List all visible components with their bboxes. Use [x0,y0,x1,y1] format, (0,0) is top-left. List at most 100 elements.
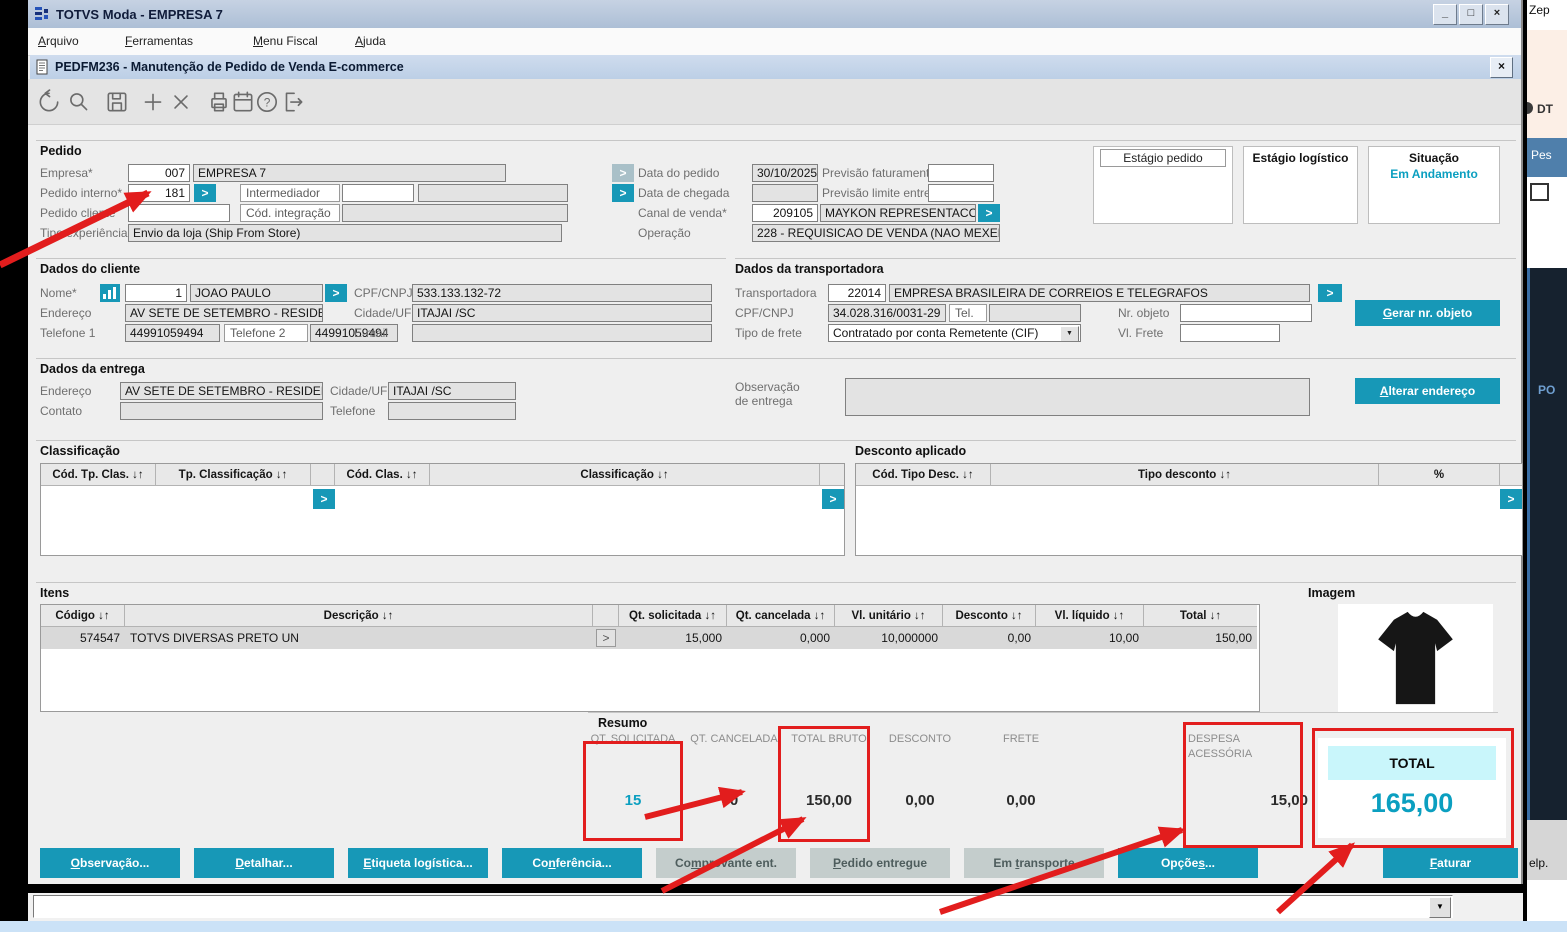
column-header[interactable]: Qt. solicitada ↓↑ [619,605,727,627]
save-icon[interactable] [104,89,130,115]
intermediador-code-field[interactable] [342,184,414,202]
estagio-pedido-panel: Estágio pedido [1093,146,1233,224]
column-header[interactable]: Tp. Classificação ↓↑ [156,464,311,486]
column-header[interactable]: % [1379,464,1500,486]
item-desconto: 0,00 [943,627,1036,649]
estagio-pedido-label: Estágio pedido [1100,149,1226,167]
item-qt-cancelada: 0,000 [727,627,835,649]
print-icon[interactable] [206,89,232,115]
close-button[interactable]: × [1485,4,1509,25]
cliente-code-field[interactable]: 1 [125,284,187,302]
etiqueta-logistica-button[interactable]: Etiqueta logística... [348,848,488,878]
nome-label: Nome* [40,286,77,300]
faturar-button[interactable]: Faturar [1383,848,1518,878]
vl-frete-field[interactable] [1180,324,1280,342]
menu-menu-fiscal[interactable]: Menu Fiscal [253,34,318,48]
table-row[interactable]: 574547 TOTVS DIVERSAS PRETO UN > 15,000 … [41,627,1259,649]
tipo-frete-dropdown[interactable]: Contratado por conta Remetente (CIF) ▼ [828,324,1081,342]
detalhar-button[interactable]: Detalhar... [194,848,334,878]
imagem-section-title: Imagem [1308,586,1356,600]
column-header[interactable]: Cód. Tipo Desc. ↓↑ [856,464,991,486]
bottom-combobox[interactable]: ▼ [33,895,1453,918]
empresa-name-field: EMPRESA 7 [193,164,506,182]
conferencia-button[interactable]: Conferência... [502,848,642,878]
canal-venda-label: Canal de venda* [638,206,727,220]
qt-solicitada-label: QT. SOLICITADA [590,733,676,745]
column-header[interactable]: Vl. unitário ↓↑ [835,605,943,627]
column-header[interactable]: Vl. líquido ↓↑ [1036,605,1144,627]
pedido-interno-field[interactable]: 181 [128,184,190,202]
pedido-cliente-field[interactable] [128,204,230,222]
column-header[interactable]: Tipo desconto ↓↑ [991,464,1379,486]
menu-arquivo[interactable]: Arquivo [38,34,79,48]
alterar-endereco-button[interactable]: Alterar endereço [1355,378,1500,404]
menu-bar: Arquivo Ferramentas Menu Fiscal Ajuda [28,28,1521,56]
situacao-value: Em Andamento [1390,167,1478,181]
pedido-interno-chevron-button[interactable]: > [194,184,216,202]
empresa-code-field[interactable]: 007 [128,164,190,182]
previsao-limite-label: Previsão limite entrega [822,186,945,200]
help-icon[interactable]: ? [254,89,280,115]
search-icon[interactable] [66,89,92,115]
dropdown-arrow-icon[interactable]: ▼ [1060,326,1079,341]
contato-label: Contato [40,404,83,418]
canal-venda-code-field[interactable]: 209105 [752,204,818,222]
column-header[interactable]: Qt. cancelada ↓↑ [727,605,835,627]
menu-ferramentas[interactable]: Ferramentas [125,34,193,48]
section-separator [588,712,1498,713]
column-header[interactable]: Código ↓↑ [41,605,125,627]
menu-ajuda[interactable]: Ajuda [355,34,386,48]
form-close-button[interactable]: × [1490,57,1513,78]
stats-chart-icon[interactable] [100,284,120,302]
comprovante-ent-button[interactable]: Comprovante ent. [656,848,796,878]
column-header[interactable]: Desconto ↓↑ [943,605,1036,627]
pedido-entregue-button[interactable]: Pedido entregue [810,848,950,878]
previsao-limite-field[interactable] [928,184,994,202]
entrega-cidade-label: Cidade/UF [330,384,388,398]
desconto-resumo-value: 0,00 [905,792,935,809]
classificacao-chevron-button[interactable]: > [313,489,335,509]
column-header[interactable]: Classificação ↓↑ [430,464,820,486]
resumo-section-title: Resumo [598,716,648,730]
column-header[interactable]: Total ↓↑ [1144,605,1257,627]
telefone2-label: Telefone 2 [224,324,308,342]
exit-icon[interactable] [280,89,306,115]
cliente-section-title: Dados do cliente [40,262,141,276]
cliente-chevron-button[interactable]: > [325,284,347,302]
item-chevron-button[interactable]: > [596,629,616,647]
total-bruto-value: 150,00 [806,792,852,809]
form-titlebar: PEDFM236 - Manutenção de Pedido de Venda… [30,55,1521,79]
classificacao-chevron-button-2[interactable]: > [822,489,844,509]
minimize-button[interactable]: _ [1433,4,1457,25]
undo-icon[interactable] [36,89,62,115]
canal-venda-chevron-button[interactable]: > [978,204,1000,222]
contato-field [120,402,323,420]
background-window-help-text: elp. [1529,856,1549,870]
total-panel: TOTAL 165,00 [1318,738,1506,838]
product-image-box [1338,604,1493,712]
maximize-button[interactable]: □ [1459,4,1483,25]
schedule-icon[interactable] [230,89,256,115]
column-header[interactable]: Cód. Tp. Clas. ↓↑ [41,464,156,486]
add-icon[interactable] [140,89,166,115]
gerar-nr-objeto-button[interactable]: Gerar nr. objeto [1355,300,1500,326]
despesa-label-1: DESPESA [1188,733,1240,745]
observacao-button[interactable]: Observação... [40,848,180,878]
nr-objeto-field[interactable] [1180,304,1312,322]
previsao-faturamento-field[interactable] [928,164,994,182]
empresa-chevron-button[interactable]: > [612,164,634,182]
desconto-chevron-button[interactable]: > [1500,489,1522,509]
column-header[interactable]: Cód. Clas. ↓↑ [335,464,430,486]
transportadora-code-field[interactable]: 22014 [828,284,886,302]
combobox-dropdown-icon[interactable]: ▼ [1429,897,1451,918]
transportadora-chevron-button[interactable]: > [1318,284,1342,302]
opcoes-button[interactable]: Opções... [1118,848,1258,878]
background-window-po-text: PO [1538,383,1556,397]
delete-icon[interactable] [168,89,194,115]
intermediador-chevron-button[interactable]: > [612,184,634,202]
intermediador-name-field [418,184,568,202]
cliente-cidade-field: ITAJAI /SC [412,304,712,322]
column-header[interactable]: Descrição ↓↑ [125,605,593,627]
em-transporte-button[interactable]: Em transporte [964,848,1104,878]
observacao-entrega-label-2: de entrega [735,394,793,408]
